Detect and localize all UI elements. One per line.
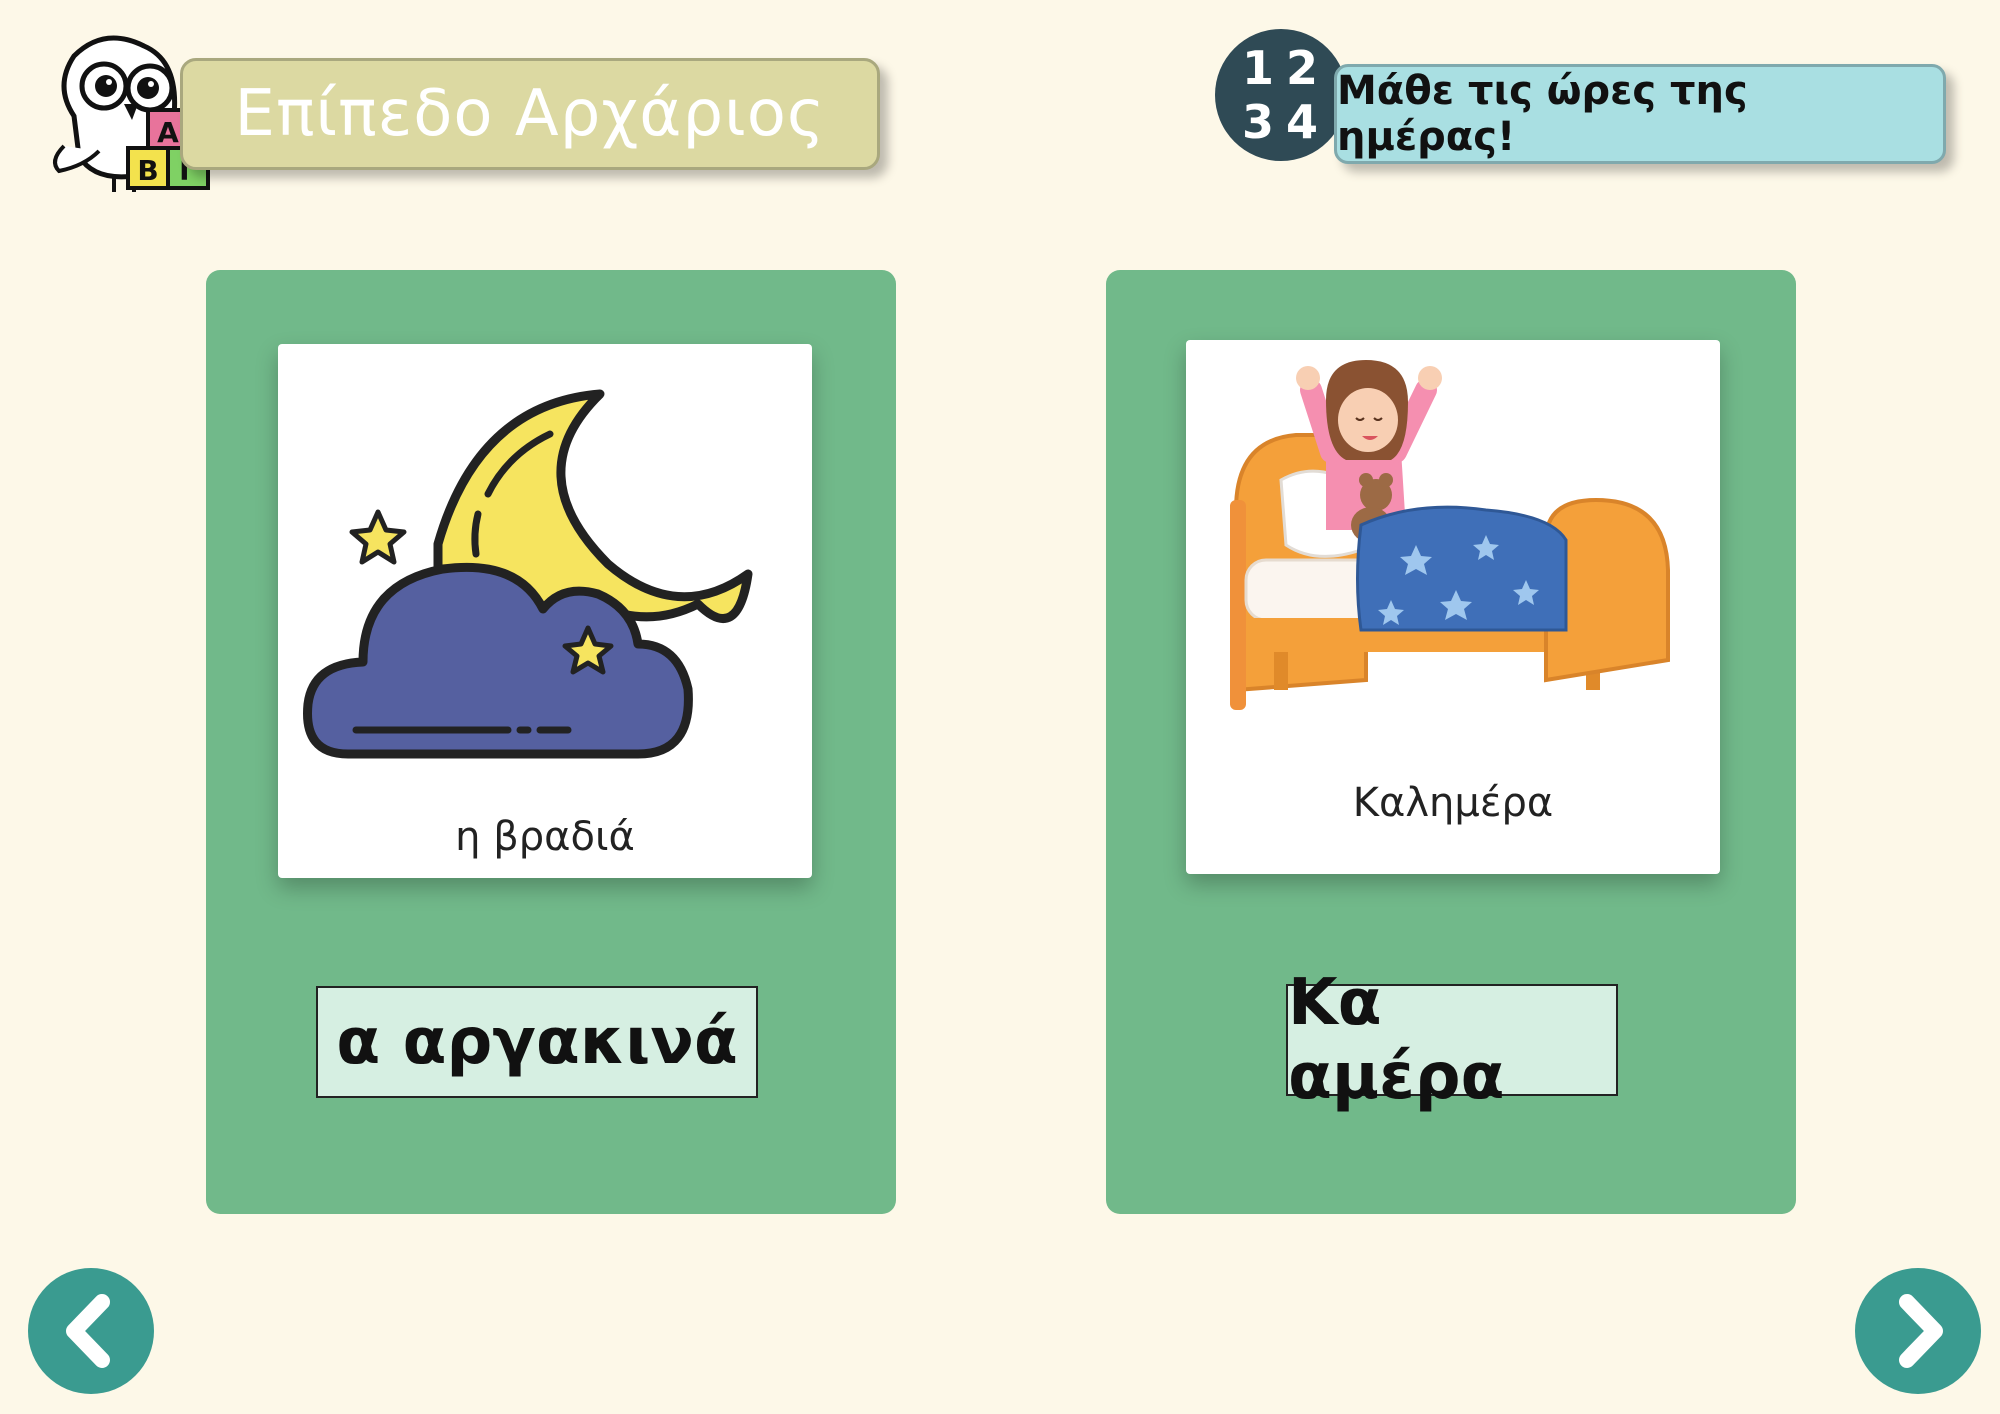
level-title: Επίπεδο Αρχάριος [234,77,826,151]
logo-block-a: A [157,116,179,149]
logo-block-b: B [137,154,158,187]
answer-text: Κα αμέρα [1288,966,1505,1114]
moon-cloud-icon [303,389,753,759]
answer-box[interactable]: α αργακινά [316,986,758,1098]
picture-frame: η βραδιά [278,344,812,878]
badge-digit-3: 3 [1242,95,1274,149]
chevron-left-icon [66,1294,110,1368]
numbers-badge-icon: 1 2 3 4 [1215,29,1347,161]
badge-digit-1: 1 [1242,41,1274,95]
card-caption: η βραδιά [455,814,635,860]
lesson-banner: Μάθε τις ώρες της ημέρας! [1334,64,1946,164]
badge-digit-2: 2 [1286,41,1318,95]
answer-box[interactable]: Κα αμέρα [1286,966,1618,1114]
lesson-title: Μάθε τις ώρες της ημέρας! [1337,68,1748,160]
card-caption: Καλημέρα [1352,780,1554,826]
badge-digit-4: 4 [1286,95,1318,149]
flashcard-good-morning[interactable]: Καλημέρα Κα αμέρα [1106,270,1796,1214]
flashcard-evening[interactable]: η βραδιά α αργακινά [206,270,896,1214]
level-banner: Επίπεδο Αρχάριος [180,58,880,170]
chevron-right-icon [1899,1294,1943,1368]
picture-frame: Καλημέρα [1186,340,1720,874]
next-button[interactable] [1855,1268,1981,1394]
answer-text: α αργακινά [336,1005,738,1079]
previous-button[interactable] [28,1268,154,1394]
